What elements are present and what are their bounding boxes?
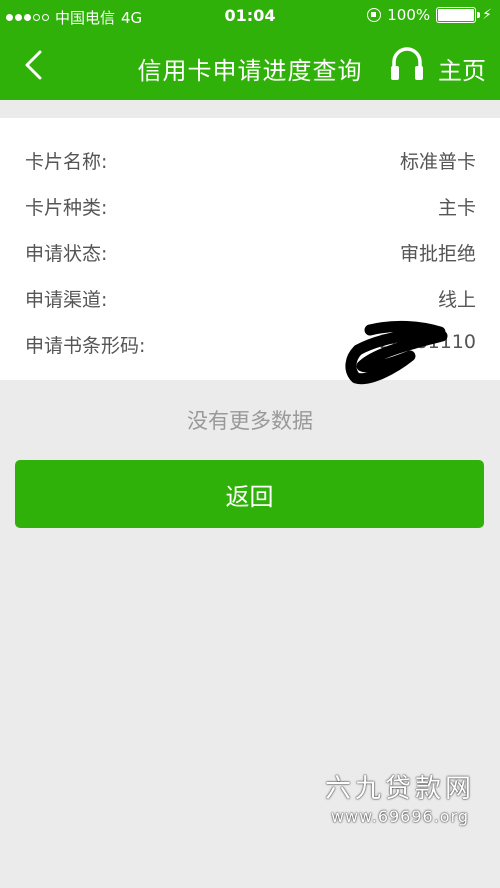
home-button[interactable]: 主页 [438, 51, 486, 86]
rotation-lock-icon [367, 8, 382, 22]
back-button[interactable] [18, 47, 54, 83]
headset-icon [391, 47, 423, 80]
status-value: 审批拒绝 [399, 243, 476, 265]
redaction-scribble [345, 320, 448, 385]
page-title: 信用卡申请进度查询 [137, 57, 363, 85]
watermark-name: 六九贷款网 [324, 774, 475, 804]
detail-row-card-type: 卡片种类: 主卡 [0, 183, 500, 229]
chevron-left-icon [25, 50, 42, 80]
barcode-label: 申请书条形码: [25, 335, 146, 357]
status-label: 申请状态: [25, 243, 108, 265]
watermark: 六九贷款网 www.69696.org [310, 768, 490, 826]
no-more-data-text: 没有更多数据 [187, 409, 313, 433]
card-type-label: 卡片种类: [25, 197, 108, 219]
card-name-value: 标准普卡 [399, 151, 476, 173]
status-bar: 中国电信 4G 01:04 100% ⚡ [0, 0, 500, 33]
status-right: 100% ⚡ [367, 6, 492, 24]
nav-bar: 信用卡申请进度查询 主页 [0, 33, 500, 100]
channel-label: 申请渠道: [25, 289, 108, 311]
channel-value: 线上 [437, 289, 476, 311]
customer-service-button[interactable] [390, 45, 424, 85]
card-type-value: 主卡 [437, 197, 476, 219]
return-button[interactable]: 返回 [15, 460, 484, 528]
detail-row-card-name: 卡片名称: 标准普卡 [0, 137, 500, 183]
battery-percent: 100% [387, 6, 431, 24]
charging-icon: ⚡ [482, 7, 492, 23]
battery-icon [436, 7, 481, 23]
detail-row-channel: 申请渠道: 线上 [0, 275, 500, 321]
watermark-url: www.69696.org [330, 807, 470, 826]
card-name-label: 卡片名称: [25, 151, 108, 173]
detail-row-status: 申请状态: 审批拒绝 [0, 229, 500, 275]
